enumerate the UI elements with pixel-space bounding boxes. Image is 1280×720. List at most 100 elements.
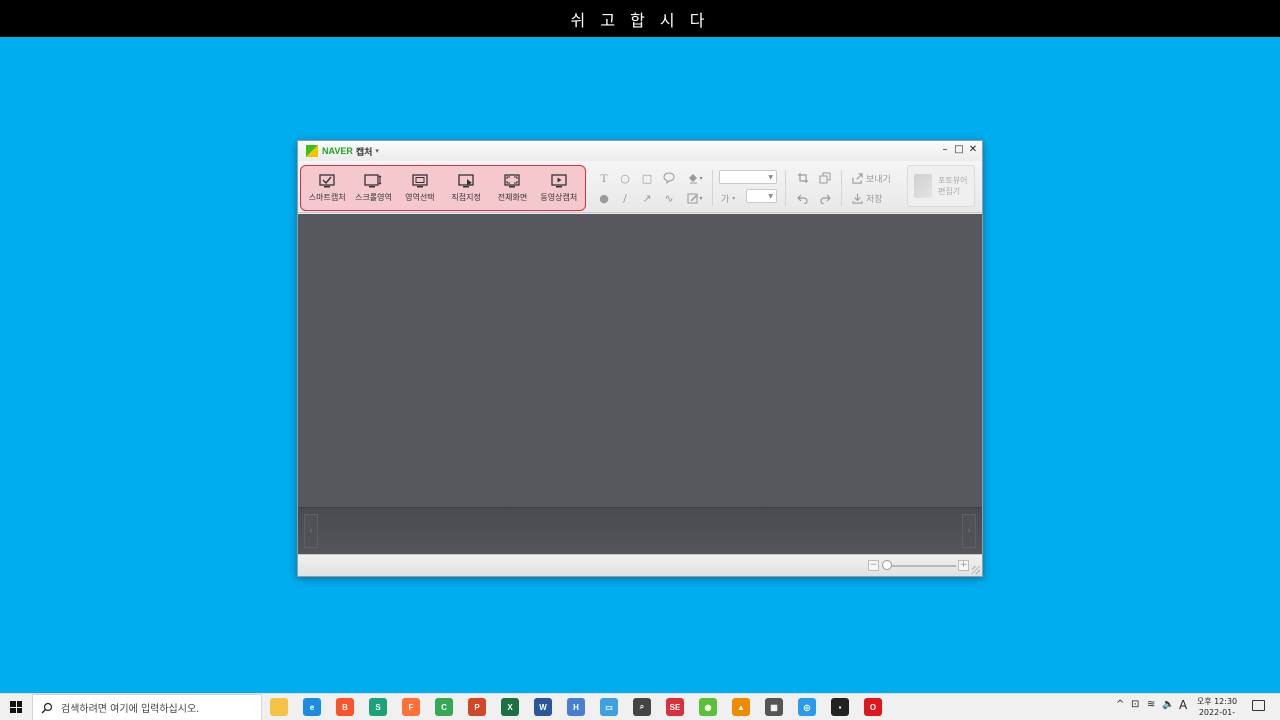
excel-icon[interactable]: X xyxy=(501,698,519,716)
scroll-capture-icon xyxy=(364,174,382,188)
download-icon xyxy=(852,193,863,204)
minimize-button[interactable]: – xyxy=(940,144,950,156)
region-select-icon xyxy=(412,174,428,188)
redo-button[interactable] xyxy=(818,191,832,205)
rectangle-tool-button[interactable]: □ xyxy=(640,171,654,185)
zoom-slider-handle[interactable] xyxy=(882,560,892,570)
window-titlebar[interactable]: NAVER 캡처 ▾ – □ ✕ xyxy=(298,141,982,161)
brave-icon[interactable]: B xyxy=(336,698,354,716)
zoom-out-button[interactable]: − xyxy=(868,560,879,571)
opera-icon[interactable]: O xyxy=(864,698,882,716)
powerpoint-icon[interactable]: P xyxy=(468,698,486,716)
taskbar-search-box[interactable]: 검색하려면 여기에 입력하십시오. xyxy=(32,694,262,720)
fill-color-button[interactable]: ▾ xyxy=(684,171,706,185)
region-select-button[interactable]: 영역선택 xyxy=(397,166,443,210)
thumbnail-prev-button[interactable]: ‹ xyxy=(304,514,318,548)
resize-grip-icon[interactable] xyxy=(972,566,980,574)
crop-button[interactable] xyxy=(796,171,810,185)
se-app-icon[interactable]: SE xyxy=(666,698,684,716)
chrome-icon[interactable]: C xyxy=(435,698,453,716)
windows-logo-icon xyxy=(16,707,22,713)
windows-logo-icon xyxy=(10,707,16,713)
notification-center-icon[interactable] xyxy=(1252,700,1265,711)
line-color-button[interactable]: ▾ xyxy=(684,191,706,205)
direct-select-button[interactable]: 직접지정 xyxy=(443,166,489,210)
freehand-tool-button[interactable]: ∿ xyxy=(662,191,676,205)
line-tool-button[interactable]: / xyxy=(618,191,632,205)
text-tool-button[interactable]: T xyxy=(597,171,611,185)
close-button[interactable]: ✕ xyxy=(968,144,978,156)
photo-viewer-icon xyxy=(914,174,932,198)
naver-logo-icon xyxy=(306,145,318,157)
remote-icon[interactable]: ▭ xyxy=(600,698,618,716)
ime-indicator[interactable]: A xyxy=(1179,698,1187,712)
search-placeholder: 검색하려면 여기에 입력하십시오. xyxy=(61,704,200,715)
vlc-icon[interactable]: ▲ xyxy=(732,698,750,716)
volume-icon[interactable]: 🔈 xyxy=(1162,699,1174,710)
menu-caret-icon[interactable]: ▾ xyxy=(375,147,379,155)
photo-editor-button[interactable]: 포토뷰어 편집기 xyxy=(907,165,975,207)
capture-mode-label: 직접지정 xyxy=(451,193,481,202)
smart-capture-button[interactable]: 스마트캡처 xyxy=(304,166,350,210)
resize-icon xyxy=(819,172,831,184)
app-green-icon[interactable]: S xyxy=(369,698,387,716)
send-label: 보내기 xyxy=(866,175,891,185)
file-explorer-icon[interactable] xyxy=(270,698,288,716)
font-size-select[interactable]: ▼ xyxy=(746,189,777,203)
edge-icon[interactable]: e xyxy=(303,698,321,716)
capture-mode-label: 스크롤영역 xyxy=(355,193,392,202)
naver-capture-window: NAVER 캡처 ▾ – □ ✕ 스마트캡처 스크롤영역 영역선택 직접지정 전… xyxy=(297,140,983,577)
maximize-button[interactable]: □ xyxy=(954,144,964,156)
capture-mode-label: 스마트캡처 xyxy=(308,193,346,202)
capture-canvas[interactable] xyxy=(298,214,982,507)
video-capture-button[interactable]: 동영상캡처 xyxy=(536,166,582,210)
calculator-icon[interactable]: ▦ xyxy=(765,698,783,716)
toolbar-separator xyxy=(785,170,786,206)
save-button[interactable]: 저장 xyxy=(852,192,883,205)
status-bar: − + xyxy=(298,554,982,576)
redo-icon xyxy=(820,194,831,204)
capture-mode-group: 스마트캡처 스크롤영역 영역선택 직접지정 전체화면 동영상캡처 xyxy=(300,165,586,211)
system-clock[interactable]: 오후 12:30 2022-01-23 xyxy=(1194,696,1240,720)
undo-button[interactable] xyxy=(796,191,810,205)
line-width-select[interactable]: ▼ xyxy=(719,170,777,184)
zoom-slider-track[interactable] xyxy=(882,565,956,567)
toolbar-separator xyxy=(712,170,713,206)
speech-bubble-icon xyxy=(663,172,675,184)
clock-time: 오후 12:30 xyxy=(1196,697,1238,706)
scroll-capture-button[interactable]: 스크롤영역 xyxy=(350,166,396,210)
wifi-icon[interactable]: ≋ xyxy=(1147,699,1155,710)
toolbar-separator xyxy=(841,170,842,206)
send-button[interactable]: 보내기 xyxy=(852,172,891,185)
show-hidden-icons-button[interactable]: ^ xyxy=(1116,699,1124,710)
save-label: 저장 xyxy=(866,195,883,205)
hangul-icon[interactable]: H xyxy=(567,698,585,716)
chevron-down-icon: ▾ xyxy=(699,194,703,202)
thumbnail-strip: ‹ › xyxy=(298,507,982,554)
brand-subtitle[interactable]: 캡처 xyxy=(356,145,373,158)
firefox-icon[interactable]: F xyxy=(402,698,420,716)
thumbnail-next-button[interactable]: › xyxy=(962,514,976,548)
speech-bubble-tool-button[interactable] xyxy=(662,171,676,185)
zoom-in-button[interactable]: + xyxy=(958,560,969,571)
paint-bucket-icon xyxy=(689,174,698,184)
fullscreen-capture-button[interactable]: 전체화면 xyxy=(489,166,535,210)
crop-icon xyxy=(798,173,808,183)
taskbar: 검색하려면 여기에 입력하십시오. e B S F C P X W H ▭ ⌕ SE ◉ ▲ ▦ ◎ ▪ O ^ … xyxy=(0,693,1280,720)
network-device-icon[interactable]: ⊡ xyxy=(1131,699,1139,710)
pen-color-icon xyxy=(687,193,698,204)
search-app-icon[interactable]: ⌕ xyxy=(633,698,651,716)
stamp-tool-button[interactable]: ● xyxy=(597,191,611,205)
word-icon[interactable]: W xyxy=(534,698,552,716)
capture-mode-label: 전체화면 xyxy=(497,193,528,202)
ellipse-tool-button[interactable]: ○ xyxy=(618,171,632,185)
sticky-icon[interactable]: ▪ xyxy=(831,698,849,716)
smart-capture-icon xyxy=(319,174,335,188)
arrow-tool-button[interactable]: ↗ xyxy=(640,191,654,205)
capture-mode-label: 영역선택 xyxy=(405,193,435,202)
chrome-2-icon[interactable]: ◎ xyxy=(798,698,816,716)
app-green2-icon[interactable]: ◉ xyxy=(699,698,717,716)
resize-button[interactable] xyxy=(818,171,832,185)
windows-start-button[interactable] xyxy=(10,701,22,713)
chevron-down-icon: ▾ xyxy=(732,195,736,202)
